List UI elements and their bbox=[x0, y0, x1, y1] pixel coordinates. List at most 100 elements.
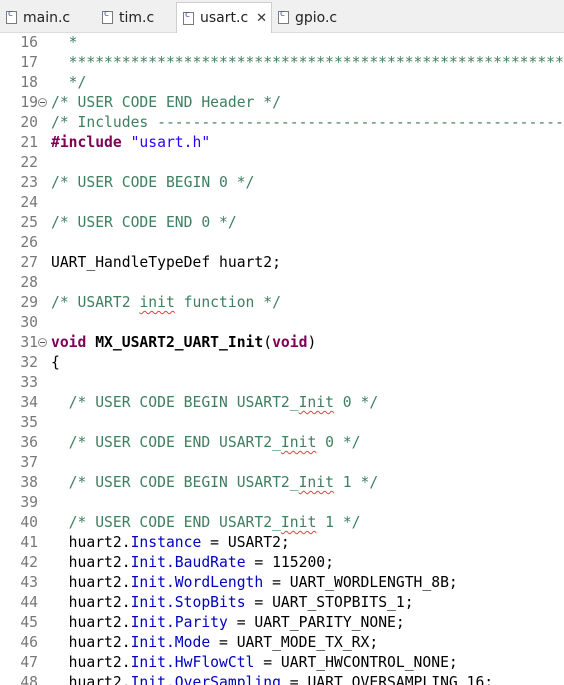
tab-label: gpio.c bbox=[295, 9, 338, 26]
line-number: 16 bbox=[20, 34, 38, 51]
assignment: = 115200; bbox=[245, 554, 334, 571]
code-line: 31 void MX_USART2_UART_Init(void) bbox=[0, 333, 564, 353]
close-icon[interactable]: ✕ bbox=[256, 11, 267, 26]
spell-check-word: Init bbox=[280, 514, 317, 531]
code-text: /* USER CODE END USART2_Init 1 */ bbox=[51, 513, 361, 533]
assignment: = USART2; bbox=[201, 534, 290, 551]
tab-main-c[interactable]: main.c bbox=[0, 3, 92, 32]
line-number: 37 bbox=[20, 454, 38, 471]
code-text: /* Includes ----------------------------… bbox=[51, 113, 564, 133]
line-number: 41 bbox=[20, 534, 38, 551]
code-line: 39 bbox=[0, 493, 564, 513]
code-line: 27 UART_HandleTypeDef huart2; bbox=[0, 253, 564, 273]
assignment: = UART_WORDLENGTH_8B; bbox=[263, 574, 458, 591]
code-line: 43 huart2.Init.WordLength = UART_WORDLEN… bbox=[0, 573, 564, 593]
code-line: 37 bbox=[0, 453, 564, 473]
line-number: 35 bbox=[20, 414, 38, 431]
spell-check-word: Init bbox=[280, 434, 317, 451]
code-text: UART_HandleTypeDef huart2; bbox=[51, 253, 281, 273]
comment-part: /* USER CODE BEGIN USART2_ bbox=[51, 394, 299, 411]
line-number: 22 bbox=[20, 154, 38, 171]
line-number: 42 bbox=[20, 554, 38, 571]
code-line: 33 bbox=[0, 373, 564, 393]
code-line: 26 bbox=[0, 233, 564, 253]
line-number: 17 bbox=[20, 54, 38, 71]
line-number: 36 bbox=[20, 434, 38, 451]
code-line: 45 huart2.Init.Parity = UART_PARITY_NONE… bbox=[0, 613, 564, 633]
keyword: void bbox=[51, 334, 87, 351]
code-line: 21 #include "usart.h" bbox=[0, 133, 564, 153]
tab-gpio-c[interactable]: gpio.c bbox=[272, 3, 362, 32]
struct-field: Init.WordLength bbox=[130, 574, 264, 591]
code-line: 48 huart2.Init.OverSampling = UART_OVERS… bbox=[0, 673, 564, 685]
line-number: 19 bbox=[20, 94, 38, 111]
line-number: 18 bbox=[20, 74, 38, 91]
struct-field: Init.OverSampling bbox=[130, 674, 281, 685]
code-editor[interactable]: 16 * 17 *********************************… bbox=[0, 32, 564, 685]
comment-part: 0 */ bbox=[316, 434, 361, 451]
struct-field: Init.StopBits bbox=[130, 594, 246, 611]
code-text: huart2.Init.Parity = UART_PARITY_NONE; bbox=[51, 614, 405, 631]
line-number: 48 bbox=[20, 674, 38, 685]
code-segment: /* USER CODE BEGIN 0 */ bbox=[51, 174, 255, 191]
code-text: /* USER CODE END 0 */ bbox=[51, 213, 237, 233]
code-line: 44 huart2.Init.StopBits = UART_STOPBITS_… bbox=[0, 593, 564, 613]
code-line: 16 * bbox=[0, 33, 564, 53]
code-line: 46 huart2.Init.Mode = UART_MODE_TX_RX; bbox=[0, 633, 564, 653]
fold-toggle-icon[interactable] bbox=[38, 338, 47, 347]
tab-label: main.c bbox=[23, 9, 71, 26]
tab-tim-c[interactable]: tim.c bbox=[96, 3, 174, 32]
line-number: 45 bbox=[20, 614, 38, 631]
tab-usart-c[interactable]: usart.c ✕ bbox=[176, 2, 272, 33]
code-segment: * bbox=[51, 34, 78, 51]
line-number: 29 bbox=[20, 294, 38, 311]
struct-field: Init.BaudRate bbox=[130, 554, 246, 571]
code-text: */ bbox=[51, 73, 87, 93]
code-line: 32 { bbox=[0, 353, 564, 373]
line-number: 44 bbox=[20, 594, 38, 611]
code-text: #include "usart.h" bbox=[51, 133, 210, 153]
code-text: void MX_USART2_UART_Init(void) bbox=[51, 334, 317, 351]
struct-field: Init.Mode bbox=[130, 634, 211, 651]
c-file-icon bbox=[6, 9, 17, 24]
line-number: 38 bbox=[20, 474, 38, 491]
line-number: 39 bbox=[20, 494, 38, 511]
line-number: 20 bbox=[20, 114, 38, 131]
code-text: /* USER CODE END Header */ bbox=[51, 93, 281, 113]
code-line: 23 /* USER CODE BEGIN 0 */ bbox=[0, 173, 564, 193]
code-segment: ****************************************… bbox=[68, 54, 564, 71]
comment-part: 1 */ bbox=[316, 514, 361, 531]
assignment: = UART_MODE_TX_RX; bbox=[210, 634, 379, 651]
editor-tab-bar: main.c tim.c usart.c ✕ gpio.c bbox=[0, 0, 564, 33]
line-number: 25 bbox=[20, 214, 38, 231]
comment: /* USER CODE BEGIN USART2_Init 1 */ bbox=[51, 474, 379, 491]
spell-check-word: init bbox=[139, 294, 175, 311]
line-number: 30 bbox=[20, 314, 38, 331]
comment: /* USER CODE END USART2_Init 0 */ bbox=[51, 434, 361, 451]
comment-part: 1 */ bbox=[333, 474, 379, 491]
line-number: 27 bbox=[20, 254, 38, 271]
code-line: 28 bbox=[0, 273, 564, 293]
c-file-icon bbox=[278, 9, 289, 24]
code-text: ****************************************… bbox=[51, 53, 564, 73]
line-number: 23 bbox=[20, 174, 38, 191]
assignment: = UART_HWCONTROL_NONE; bbox=[254, 654, 458, 671]
code-line: 40 /* USER CODE END USART2_Init 1 */ bbox=[0, 513, 564, 533]
code-text: huart2.Init.Mode = UART_MODE_TX_RX; bbox=[51, 634, 379, 651]
code-line: 29 /* USART2 init function */ bbox=[0, 293, 564, 313]
code-line: 30 bbox=[0, 313, 564, 333]
line-number: 21 bbox=[20, 134, 38, 151]
line-number: 43 bbox=[20, 574, 38, 591]
code-segment: /* USER CODE END 0 */ bbox=[51, 214, 237, 231]
code-line: 25 /* USER CODE END 0 */ bbox=[0, 213, 564, 233]
include-string: "usart.h" bbox=[130, 134, 211, 151]
code-line: 19 /* USER CODE END Header */ bbox=[0, 93, 564, 113]
tab-label: usart.c bbox=[200, 10, 249, 26]
preprocessor-directive: #include bbox=[51, 134, 122, 151]
code-line: 22 bbox=[0, 153, 564, 173]
code-text: /* USER CODE BEGIN USART2_Init 0 */ bbox=[51, 393, 379, 413]
assignment: = UART_STOPBITS_1; bbox=[245, 594, 414, 611]
fold-toggle-icon[interactable] bbox=[38, 98, 47, 107]
code-line: 36 /* USER CODE END USART2_Init 0 */ bbox=[0, 433, 564, 453]
code-text: /* USER CODE BEGIN 0 */ bbox=[51, 173, 254, 193]
